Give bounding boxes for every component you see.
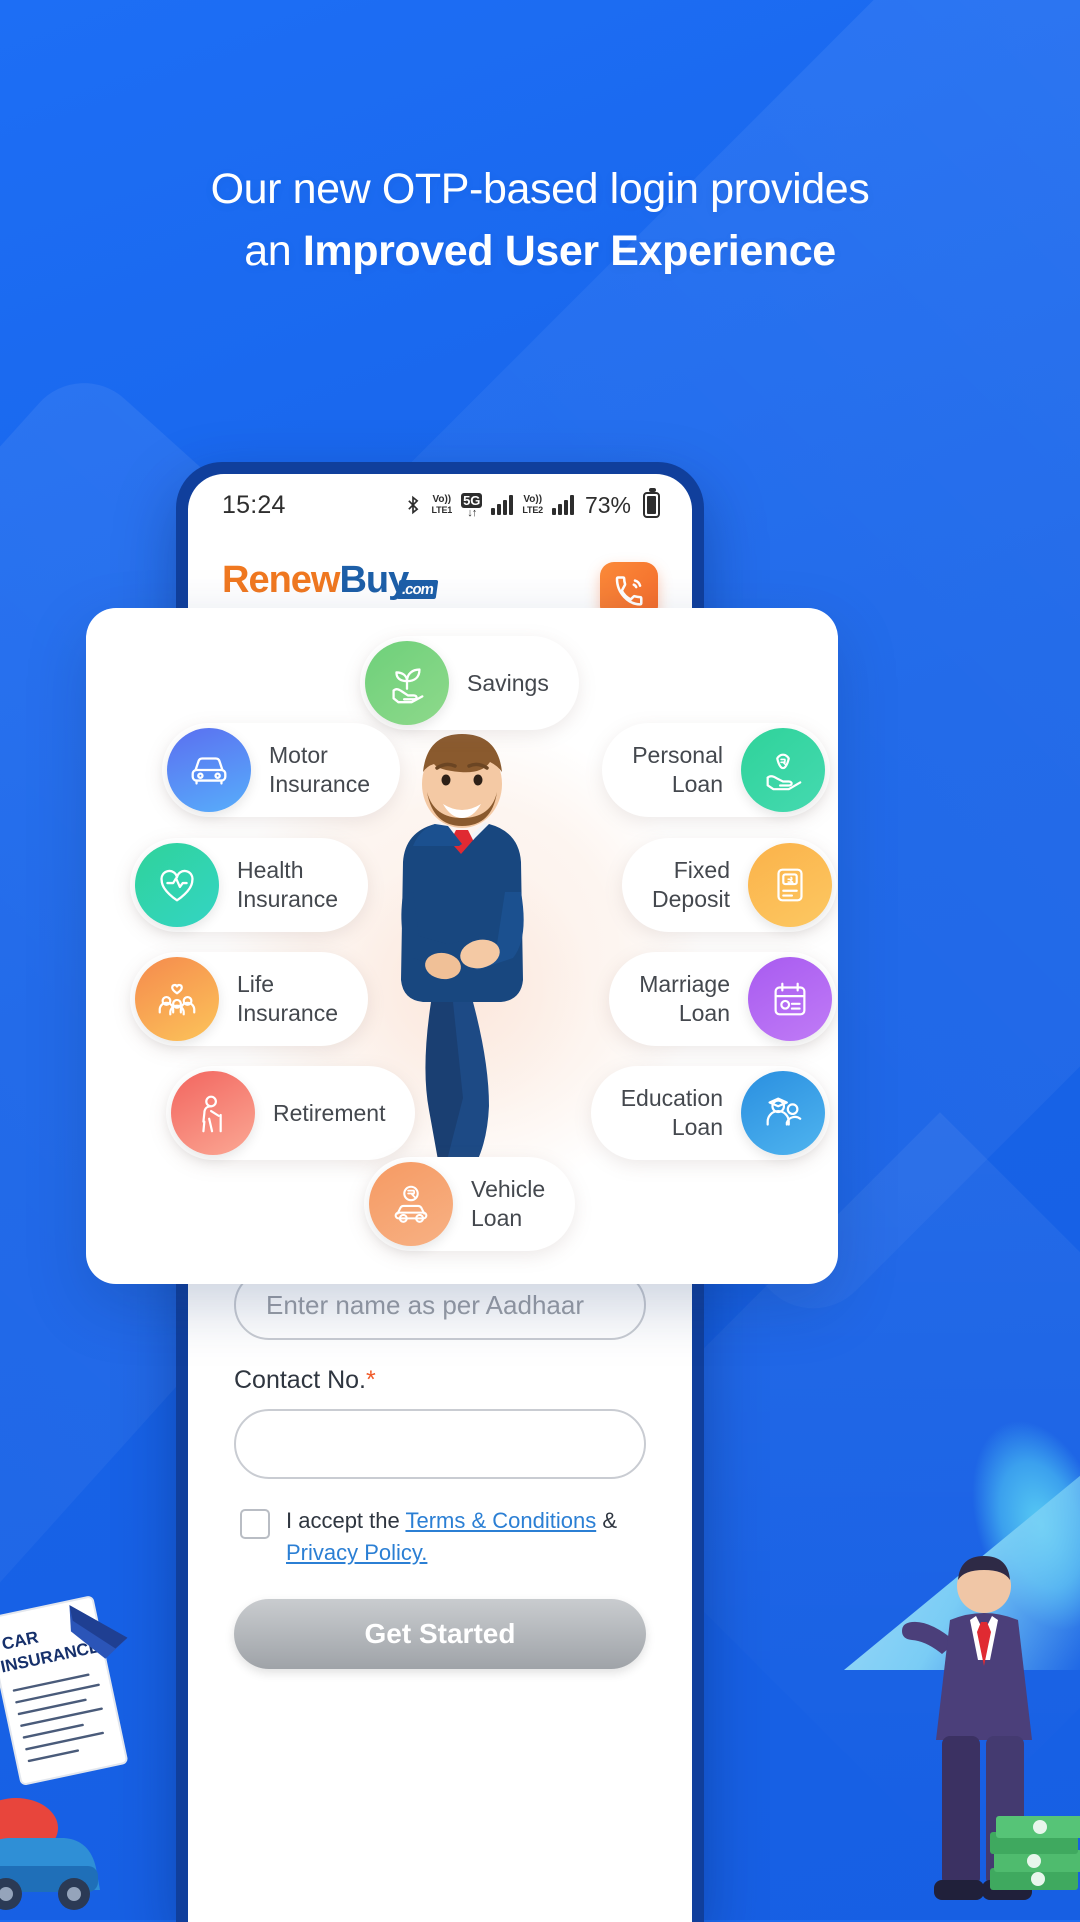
service-label-health-insurance: Health Insurance — [237, 857, 339, 912]
plant-hand-icon — [365, 641, 449, 725]
status-icons: Vo)) LTE1 5G ↓↑ Vo)) LTE2 73% — [403, 488, 660, 519]
headline-line-2-bold: Improved User Experience — [302, 227, 836, 275]
family-heart-icon — [135, 957, 219, 1041]
service-pill-education-loan[interactable]: Education Loan — [590, 1066, 830, 1160]
elderly-icon — [171, 1071, 255, 1155]
contact-label: Contact No.* — [234, 1366, 646, 1395]
headline-line-2-light: an — [244, 227, 303, 275]
atm-icon — [748, 843, 832, 927]
service-label-marriage-loan: Marriage Loan — [639, 971, 730, 1026]
headline-line-1: Our new OTP-based login provides — [210, 165, 870, 213]
businessman-with-money-decoration — [902, 1556, 1080, 1900]
service-label-life-insurance: Life Insurance — [237, 971, 339, 1026]
status-time: 15:24 — [222, 490, 286, 519]
graduate-group-icon — [741, 1071, 825, 1155]
heart-pulse-icon — [135, 843, 219, 927]
page-headline: Our new OTP-based login provides an Impr… — [0, 158, 1080, 282]
battery-icon — [643, 488, 660, 518]
logo-dotcom-badge: .com — [396, 580, 439, 599]
signal-bars-1-icon — [491, 495, 514, 515]
terms-amp: & — [596, 1508, 617, 1533]
service-label-education-loan: Education Loan — [620, 1085, 723, 1140]
battery-percent: 73% — [584, 491, 631, 518]
logo-text-renew: Renew — [222, 559, 340, 601]
service-pill-personal-loan[interactable]: Personal Loan — [602, 723, 830, 817]
terms-text: I accept the Terms & Conditions & Privac… — [286, 1505, 617, 1569]
service-pill-marriage-loan[interactable]: Marriage Loan — [609, 952, 837, 1046]
get-started-button[interactable]: Get Started — [234, 1599, 646, 1669]
service-label-personal-loan: Personal Loan — [632, 742, 723, 797]
phone-call-icon — [615, 576, 643, 606]
bluetooth-icon — [403, 493, 423, 517]
car-front-icon — [167, 728, 251, 812]
services-overlay-card: Savings Motor Insurance Health Insurance — [86, 608, 838, 1284]
contact-required-mark: * — [366, 1366, 376, 1394]
volte1-icon: Vo)) LTE1 — [431, 494, 453, 516]
service-label-vehicle-loan: Vehicle Loan — [471, 1176, 546, 1231]
service-label-fixed-deposit: Fixed Deposit — [652, 857, 730, 912]
terms-checkbox[interactable] — [240, 1509, 270, 1539]
service-pill-life-insurance[interactable]: Life Insurance — [130, 952, 369, 1046]
contact-input[interactable] — [234, 1409, 646, 1479]
service-label-motor-insurance: Motor Insurance — [269, 742, 371, 797]
service-label-retirement: Retirement — [273, 1099, 386, 1126]
contact-label-text: Contact No. — [234, 1366, 367, 1394]
money-hand-icon — [741, 728, 825, 812]
service-label-savings: Savings — [467, 669, 549, 696]
fiveg-icon: 5G ↓↑ — [461, 492, 483, 519]
service-pill-savings[interactable]: Savings — [360, 636, 579, 730]
signal-bars-2-icon — [551, 495, 574, 515]
terms-row: I accept the Terms & Conditions & Privac… — [240, 1505, 646, 1569]
car-insurance-document-decoration: CAR INSURANCE — [0, 1596, 128, 1910]
service-pill-vehicle-loan[interactable]: Vehicle Loan — [364, 1157, 576, 1251]
volte2-icon: Vo)) LTE2 — [522, 494, 543, 516]
status-bar: 15:24 Vo)) LTE1 5G ↓↑ Vo)) LTE2 73% — [188, 474, 692, 536]
calendar-ring-icon — [748, 957, 832, 1041]
terms-conditions-link[interactable]: Terms & Conditions — [405, 1508, 596, 1533]
car-rupee-icon — [369, 1162, 453, 1246]
service-pill-health-insurance[interactable]: Health Insurance — [130, 838, 369, 932]
service-pill-retirement[interactable]: Retirement — [166, 1066, 416, 1160]
privacy-policy-link[interactable]: Privacy Policy. — [286, 1540, 427, 1565]
service-pill-fixed-deposit[interactable]: Fixed Deposit — [622, 838, 837, 932]
signup-form: Enter name as per Aadhaar Contact No.* I… — [188, 1246, 692, 1669]
terms-prefix: I accept the — [286, 1508, 406, 1533]
service-pill-motor-insurance[interactable]: Motor Insurance — [162, 723, 401, 817]
